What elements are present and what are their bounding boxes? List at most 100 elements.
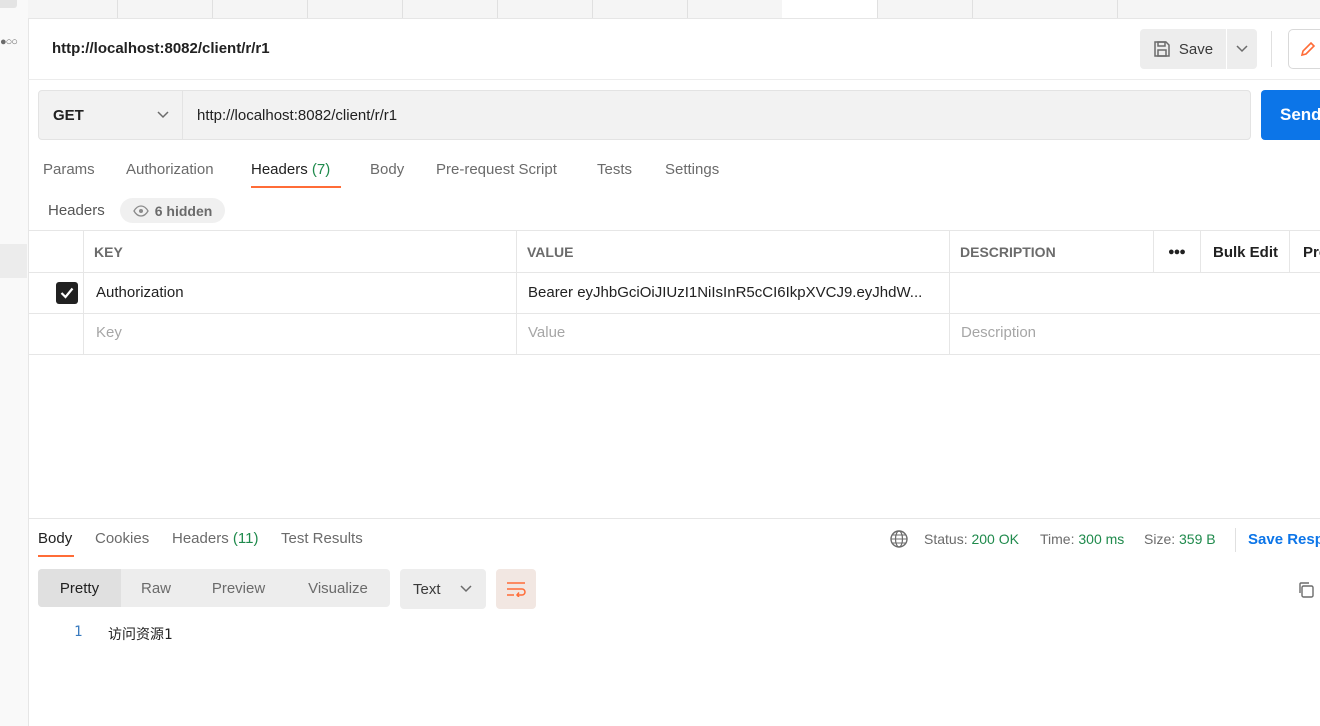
status-value: 200 OK [971, 531, 1019, 547]
tab-headers-count: (7) [311, 161, 331, 178]
response-tab-headers-label: Headers [172, 530, 229, 547]
edit-button[interactable] [1288, 29, 1320, 69]
active-tab-indicator [251, 186, 341, 188]
tab-headers[interactable]: Headers (7) [251, 161, 330, 178]
response-tab-body[interactable]: Body [38, 530, 72, 547]
response-size[interactable]: Size: 359 B [1144, 531, 1216, 547]
size-value: 359 B [1179, 531, 1216, 547]
request-tab[interactable] [212, 0, 308, 18]
request-tab-strip [28, 0, 1320, 19]
request-tab[interactable] [402, 0, 498, 18]
save-button-label: Save [1178, 40, 1214, 58]
table-border [1289, 230, 1290, 272]
response-tab-headers-count: (11) [232, 530, 259, 547]
table-border [1153, 230, 1154, 272]
new-description-input[interactable]: Description [961, 324, 1036, 341]
sidebar-selected-item[interactable] [0, 244, 27, 278]
table-border [28, 272, 1320, 273]
line-number: 1 [74, 624, 83, 640]
new-value-input[interactable]: Value [528, 324, 565, 341]
chevron-down-icon [1236, 45, 1248, 53]
header-key-cell[interactable]: Authorization [96, 284, 506, 301]
request-tab[interactable] [687, 0, 783, 18]
save-icon [1154, 41, 1170, 57]
request-title[interactable]: http://localhost:8082/client/r/r1 [52, 40, 270, 57]
hidden-headers-toggle[interactable]: 6 hidden [120, 198, 225, 223]
table-border [1200, 230, 1201, 272]
table-border [83, 230, 84, 354]
new-key-input[interactable]: Key [96, 324, 122, 341]
view-mode-preview[interactable]: Preview [191, 569, 286, 607]
response-tab-headers[interactable]: Headers (11) [172, 530, 258, 547]
checkmark-icon [60, 287, 74, 299]
left-sidebar [0, 0, 29, 726]
table-border [28, 354, 1320, 355]
method-value: GET [53, 106, 84, 124]
table-border [516, 230, 517, 354]
response-tab-cookies[interactable]: Cookies [95, 530, 149, 547]
time-value: 300 ms [1078, 531, 1125, 547]
table-border [949, 230, 950, 354]
header-enabled-checkbox[interactable] [56, 282, 78, 304]
request-tab[interactable] [28, 0, 118, 18]
column-header-key: KEY [94, 244, 123, 260]
wrap-lines-button[interactable] [496, 569, 536, 609]
table-border [28, 313, 1320, 314]
format-select[interactable]: Text [400, 569, 486, 609]
response-time[interactable]: Time: 300 ms [1040, 531, 1124, 547]
bulk-edit-button[interactable]: Bulk Edit [1213, 244, 1278, 261]
tab-tests[interactable]: Tests [597, 161, 632, 178]
save-options-button[interactable] [1227, 29, 1257, 69]
request-tab[interactable] [497, 0, 593, 18]
hidden-headers-label: 6 hidden [154, 202, 213, 219]
response-status[interactable]: Status: 200 OK [924, 531, 1019, 547]
active-response-tab-indicator [38, 555, 74, 557]
save-response-button[interactable]: Save Response [1248, 531, 1320, 548]
tab-params[interactable]: Params [43, 161, 95, 178]
wrap-lines-icon [507, 582, 526, 597]
save-button[interactable]: Save [1140, 29, 1226, 69]
response-tab-test-results[interactable]: Test Results [281, 530, 363, 547]
chevron-down-icon [157, 111, 169, 119]
url-input[interactable]: http://localhost:8082/client/r/r1 [182, 90, 1251, 140]
tab-pre-request-script[interactable]: Pre-request Script [436, 161, 557, 178]
format-value: Text [413, 580, 441, 598]
request-tab-active[interactable] [782, 0, 878, 18]
tab-settings[interactable]: Settings [665, 161, 719, 178]
tab-body[interactable]: Body [370, 161, 404, 178]
view-mode-raw[interactable]: Raw [121, 569, 191, 607]
presets-button[interactable]: Presets [1303, 244, 1320, 261]
headers-section-title: Headers [48, 202, 105, 219]
sidebar-top-item[interactable] [0, 0, 17, 8]
copy-button[interactable] [1294, 578, 1318, 602]
more-options-icon[interactable]: ●●● [1168, 246, 1186, 258]
view-mode-visualize[interactable]: Visualize [286, 569, 390, 607]
tab-authorization[interactable]: Authorization [126, 161, 214, 178]
column-header-value: VALUE [527, 244, 574, 260]
tab-headers-label: Headers [251, 161, 308, 178]
response-body-line: 访问资源1 [108, 627, 173, 643]
pencil-icon [1300, 41, 1316, 57]
send-button[interactable]: Send [1261, 90, 1320, 140]
request-tab[interactable] [877, 0, 973, 18]
meta-divider [1235, 528, 1236, 552]
request-tab[interactable] [592, 0, 688, 18]
header-value-cell[interactable]: Bearer eyJhbGciOiJIUzI1NiIsInR5cCI6IkpXV… [528, 284, 940, 301]
column-header-description: DESCRIPTION [960, 244, 1056, 260]
toolbar-divider [1271, 31, 1272, 67]
request-tab[interactable] [972, 0, 1118, 18]
status-label: Status: [924, 531, 968, 547]
globe-icon[interactable] [889, 529, 909, 549]
response-divider[interactable] [28, 518, 1320, 519]
eye-icon [132, 204, 149, 217]
chevron-down-icon [460, 585, 472, 593]
method-select[interactable]: GET [38, 90, 183, 140]
view-mode-pretty[interactable]: Pretty [38, 569, 121, 607]
sidebar-more-icon[interactable]: ●○○ [0, 36, 18, 48]
view-mode-segmented-control: Pretty Raw Preview Visualize [38, 569, 390, 607]
time-label: Time: [1040, 531, 1075, 547]
request-tab[interactable] [307, 0, 403, 18]
size-label: Size: [1144, 531, 1176, 547]
header-divider [28, 79, 1320, 80]
request-tab[interactable] [117, 0, 213, 18]
